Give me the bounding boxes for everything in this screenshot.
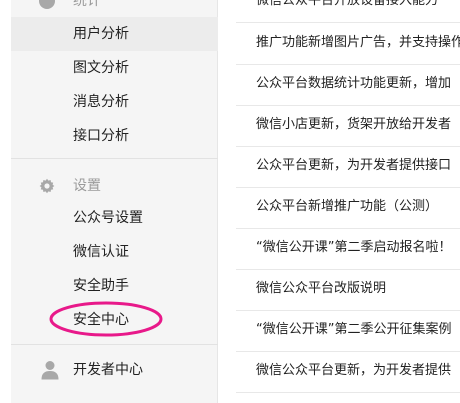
news-item[interactable]: “微信公开课”第二季公开征集案例 [236,310,460,352]
sidebar-item-message-analysis[interactable]: 消息分析 [11,85,218,119]
sidebar-item-wechat-verification[interactable]: 微信认证 [11,235,218,269]
news-title: “微信公开课”第二季启动报名啦！ [256,240,452,255]
sidebar-item-label: 接口分析 [73,128,129,144]
sidebar-item-label: 用户分析 [73,26,129,42]
sidebar-item-label: 图文分析 [73,60,129,76]
sidebar-item-developer-center[interactable]: 开发者中心 [11,351,218,391]
news-list: 微信公众平台开放设备接入能力 推广功能新增图片广告，并支持操作 公众平台数据统计… [236,0,460,403]
sidebar-item-label: 安全助手 [73,278,129,294]
news-item[interactable]: 推广功能新增图片广告，并支持操作 [236,23,460,65]
news-item[interactable]: 微信公众平台开放设备接入能力 [236,0,460,23]
gear-icon [39,178,55,194]
sidebar-item-label: 消息分析 [73,94,129,110]
news-title: 公众平台数据统计功能更新，增加 [256,76,452,91]
stats-icon [39,0,55,9]
news-item[interactable]: 公众平台更新，为开发者提供接口 [236,146,460,188]
user-icon [41,361,59,380]
sidebar: 统计 用户分析 图文分析 消息分析 接口分析 设置 公众号设置 微信认证 安全助… [11,0,218,403]
settings-group-title: 设置 [73,178,101,194]
news-item[interactable]: 微信公众平台更新，为开发者提供 [236,351,460,393]
news-title: 微信公众平台开放设备接入能力 [256,0,439,8]
highlight-ellipse [49,301,163,337]
news-item[interactable]: 微信公众平台改版说明 [236,269,460,311]
news-title: 微信公众平台更新，为开发者提供 [256,363,452,378]
sidebar-item-label: 开发者中心 [73,362,143,378]
news-title: 微信公众平台改版说明 [256,281,387,296]
sidebar-item-security-assistant[interactable]: 安全助手 [11,269,218,303]
news-title: 公众平台新增推广功能（公测） [256,199,439,214]
news-title: 推广功能新增图片广告，并支持操作 [256,35,460,50]
news-item[interactable]: 公众平台数据统计功能更新，增加 [236,64,460,106]
section-divider [11,158,218,159]
sidebar-item-account-settings[interactable]: 公众号设置 [11,201,218,235]
sidebar-item-label: 公众号设置 [73,210,143,226]
sidebar-item-article-analysis[interactable]: 图文分析 [11,51,218,85]
section-divider [11,344,218,345]
news-title: 微信小店更新，货架开放给开发者 [256,117,452,132]
news-item[interactable]: “微信公开课”第二季启动报名啦！ [236,228,460,270]
news-title: 公众平台更新，为开发者提供接口 [256,158,452,173]
stats-group-title: 统计 [73,0,101,9]
sidebar-item-user-analysis[interactable]: 用户分析 [11,17,218,51]
sidebar-item-label: 微信认证 [73,244,129,260]
sidebar-item-api-analysis[interactable]: 接口分析 [11,119,218,153]
news-title: “微信公开课”第二季公开征集案例 [256,322,452,337]
news-item[interactable]: 微信小店更新，货架开放给开发者 [236,105,460,147]
news-item[interactable]: 公众平台新增推广功能（公测） [236,187,460,229]
settings-group-header: 设置 [11,174,218,198]
stats-group-header: 统计 [11,0,218,13]
